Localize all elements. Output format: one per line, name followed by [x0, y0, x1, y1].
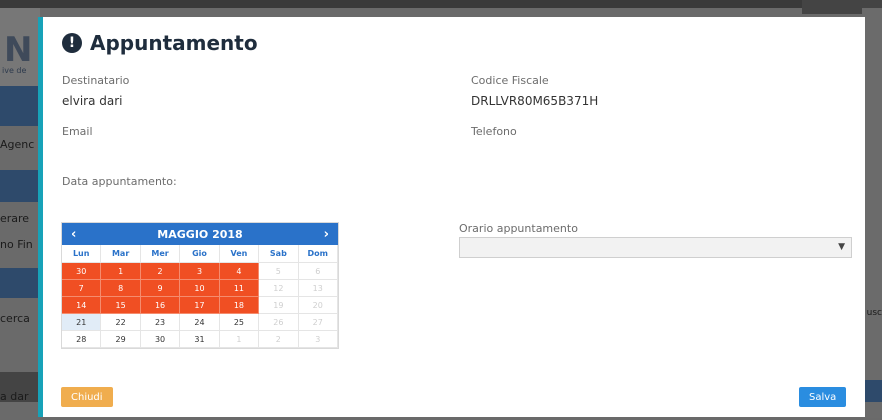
background-logo: N [4, 30, 33, 70]
background-strip [862, 380, 882, 402]
chevron-left-icon[interactable]: ‹ [71, 227, 76, 242]
calendar-day: 20 [298, 297, 338, 314]
calendar-weekdays: Lun Mar Mer Gio Ven Sab Dom [62, 245, 338, 263]
calendar-day: 7 [62, 280, 102, 297]
calendar-day[interactable]: 25 [219, 314, 260, 331]
save-button[interactable]: Salva [799, 387, 847, 407]
chevron-right-icon[interactable]: › [324, 227, 329, 242]
calendar-day: 1 [101, 263, 141, 280]
calendar-day: 2 [259, 331, 299, 348]
orario-label: Orario appuntamento [459, 222, 578, 235]
codice-fiscale-value: DRLLVR80M65B371H [471, 94, 599, 108]
calendar-weekday: Dom [298, 245, 338, 263]
calendar-day: 8 [101, 280, 141, 297]
calendar-day: 5 [259, 263, 299, 280]
calendar-weekday: Lun [62, 245, 102, 263]
calendar-day[interactable]: 22 [101, 314, 141, 331]
calendar-day[interactable]: 21 [62, 314, 102, 331]
calendar-weekday: Ven [219, 245, 260, 263]
calendar-day[interactable]: 30 [140, 331, 181, 348]
orario-select[interactable]: ▼ [459, 237, 852, 258]
background-right-column [862, 8, 882, 418]
calendar-day: 17 [180, 297, 220, 314]
codice-fiscale-label: Codice Fiscale [471, 74, 549, 87]
close-button[interactable]: Chiudi [61, 387, 113, 407]
destinatario-value: elvira dari [62, 94, 123, 108]
background-text: cerca [0, 312, 30, 325]
background-strip [0, 268, 40, 298]
modal-title: ! Appuntamento [62, 31, 258, 55]
calendar-day: 18 [219, 297, 260, 314]
background-text: no Fin [0, 238, 33, 251]
calendar-day[interactable]: 28 [62, 331, 102, 348]
calendar-day: 4 [219, 263, 260, 280]
calendar-day: 6 [298, 263, 338, 280]
calendar-day: 13 [298, 280, 338, 297]
calendar-day: 3 [298, 331, 338, 348]
calendar-day: 3 [180, 263, 220, 280]
background-text: usc [866, 308, 882, 318]
calendar-day: 1 [219, 331, 260, 348]
calendar-day: 2 [140, 263, 181, 280]
calendar-weekday: Mar [101, 245, 141, 263]
telefono-label: Telefono [471, 125, 517, 138]
appointment-modal: ! Appuntamento Destinatario elvira dari … [38, 17, 865, 417]
calendar-day: 19 [259, 297, 299, 314]
calendar-day[interactable]: 24 [180, 314, 220, 331]
background-text: erare [0, 212, 30, 225]
calendar-header: ‹ MAGGIO 2018 › [62, 223, 338, 245]
calendar-day: 30 [62, 263, 102, 280]
data-appuntamento-label: Data appuntamento: [62, 175, 177, 188]
calendar-day[interactable]: 31 [180, 331, 220, 348]
calendar-day: 15 [101, 297, 141, 314]
destinatario-label: Destinatario [62, 74, 130, 87]
background-strip [0, 170, 40, 202]
calendar-weekday: Sab [259, 245, 299, 263]
calendar-weekday: Mer [140, 245, 181, 263]
calendar-month-label: MAGGIO 2018 [157, 227, 243, 241]
calendar-day[interactable]: 29 [101, 331, 141, 348]
calendar-day: 12 [259, 280, 299, 297]
calendar-day: 11 [219, 280, 260, 297]
exclamation-circle-icon: ! [62, 33, 82, 53]
calendar-day: 16 [140, 297, 181, 314]
appointment-calendar: ‹ MAGGIO 2018 › Lun Mar Mer Gio Ven Sab Dom 30… [61, 222, 339, 349]
background-header: N ive de [0, 8, 40, 86]
calendar-day: 9 [140, 280, 181, 297]
calendar-day: 14 [62, 297, 102, 314]
background-text: a dar [0, 390, 29, 403]
background-topbar [0, 0, 882, 8]
modal-title-text: Appuntamento [90, 31, 258, 55]
email-label: Email [62, 125, 93, 138]
background-logo-subtitle: ive de [2, 66, 27, 75]
calendar-day: 26 [259, 314, 299, 331]
background-text: Agenc [0, 138, 35, 151]
calendar-weekday: Gio [180, 245, 220, 263]
background-nav [0, 86, 40, 126]
caret-down-icon: ▼ [838, 242, 845, 252]
calendar-days: 30 1 2 3 4 5 6 7 8 9 10 11 12 13 14 15 16 17 18 19 20 21 22 23 2… [62, 263, 338, 348]
calendar-day: 27 [298, 314, 338, 331]
calendar-day[interactable]: 23 [140, 314, 181, 331]
calendar-day: 10 [180, 280, 220, 297]
